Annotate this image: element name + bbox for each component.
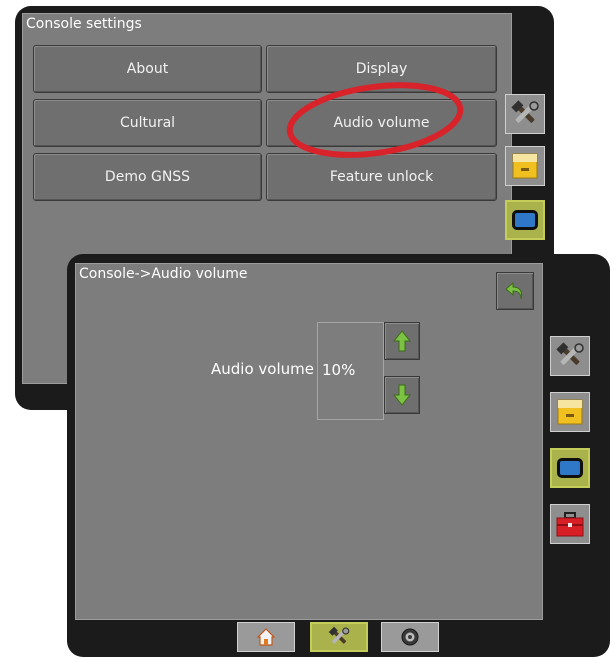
cultural-button[interactable]: Cultural — [33, 99, 262, 147]
audio-volume-window: Console->Audio volume Audio volume 10% — [67, 254, 610, 657]
filing-cabinet-icon — [512, 153, 538, 179]
audio-volume-value-box: 10% — [317, 322, 384, 420]
camera-icon — [401, 628, 419, 646]
tab-tools-bottom[interactable] — [310, 622, 368, 652]
audio-volume-panel: Console->Audio volume Audio volume 10% — [75, 263, 543, 620]
return-arrow-icon — [505, 281, 523, 300]
tab-camera[interactable] — [381, 622, 439, 652]
audio-volume-value: 10% — [322, 361, 356, 379]
back-button[interactable] — [496, 272, 534, 310]
volume-up-button[interactable] — [384, 322, 420, 360]
display-icon — [557, 458, 583, 478]
tab-toolbox[interactable] — [550, 504, 590, 544]
display-icon — [512, 210, 538, 230]
arrow-down-icon — [393, 384, 411, 406]
highlight-ellipse — [286, 82, 464, 158]
about-button[interactable]: About — [33, 45, 262, 93]
page-title: Console->Audio volume — [79, 266, 248, 282]
volume-down-button[interactable] — [384, 376, 420, 414]
tab-data[interactable] — [550, 392, 590, 432]
filing-cabinet-icon — [557, 399, 583, 425]
tools-icon — [328, 626, 350, 644]
tab-tools[interactable] — [550, 336, 590, 376]
audio-volume-label: Audio volume — [211, 360, 314, 378]
arrow-up-icon — [393, 330, 411, 352]
tools-icon — [511, 100, 539, 123]
toolbox-icon — [556, 512, 584, 537]
tab-home[interactable] — [237, 622, 295, 652]
page-title: Console settings — [26, 16, 142, 32]
tools-icon — [556, 342, 584, 365]
tab-tools[interactable] — [505, 94, 545, 134]
tab-display[interactable] — [505, 200, 545, 240]
tab-display[interactable] — [550, 448, 590, 488]
demo-gnss-button[interactable]: Demo GNSS — [33, 153, 262, 201]
tab-data[interactable] — [505, 146, 545, 186]
home-icon — [256, 628, 276, 646]
